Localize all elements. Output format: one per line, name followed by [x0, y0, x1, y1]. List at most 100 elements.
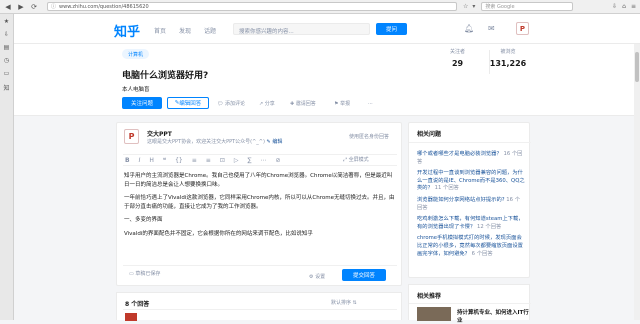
related-meta: 11 个回答	[434, 185, 459, 192]
url-text: www.zhihu.com/question/48615620	[59, 3, 149, 10]
reload-icon[interactable]: ⟳	[29, 2, 39, 12]
paragraph: 一年前恰巧遇上了Vivaldi这款浏览器，它同样采用Chrome内核，所以可以从…	[124, 195, 395, 210]
heading-icon[interactable]: H	[149, 157, 154, 164]
address-bar[interactable]: ⓘ www.zhihu.com/question/48615620	[47, 2, 457, 11]
author-avatar[interactable]: P	[124, 129, 139, 144]
followers-stat: 关注者 29	[450, 48, 465, 68]
sidebar-history-icon[interactable]: ◷	[4, 57, 9, 64]
ordered-list-icon[interactable]: ≡	[192, 157, 197, 164]
dropdown-icon[interactable]: ▾	[472, 3, 475, 10]
zhihu-logo[interactable]: 知乎	[114, 21, 140, 40]
notification-bell-icon[interactable]: 🔔︎	[464, 24, 474, 33]
edit-bio-link[interactable]: ✎ 编辑	[267, 139, 283, 145]
recommendations: 相关推荐 持计算机专业、如何进入IT行业	[408, 284, 531, 324]
clear-format-icon[interactable]: ⊘	[276, 157, 281, 164]
related-item[interactable]: 吃鸡刺激怎么下载，有何知道steam上下载，有的浏览器出现了卡慢？ 12 个回答	[417, 216, 525, 231]
search-input[interactable]: 搜索你感兴趣的内容...	[233, 23, 370, 35]
menu-icon[interactable]: ≡	[631, 3, 636, 10]
sidebar-notes-icon[interactable]: ▤	[4, 44, 10, 51]
browser-sidebar: ★ ⇩ ▤ ◷ ▭ 知	[0, 14, 14, 320]
paragraph: Vivaldi的界面配色并不固定，它会根据你所在的网站来调节配色，比如说知乎	[124, 230, 313, 237]
paragraph: 一、多变的界面	[124, 217, 163, 223]
anonymous-toggle[interactable]: 使用匿名身份回答	[349, 133, 389, 140]
question-title: 电脑什么浏览器好用?	[122, 71, 209, 81]
edit-bio-label: 编辑	[272, 139, 283, 145]
forward-icon[interactable]: ▶	[16, 2, 26, 12]
sort-dropdown[interactable]: 默认排序 ⇅	[331, 299, 357, 306]
follow-question-button[interactable]: 关注问题	[122, 97, 162, 109]
divider	[123, 309, 397, 310]
paragraph: 知乎用户的主流浏览器是Chrome。我自己也使用了八年的Chrome浏览器。Ch…	[124, 173, 393, 188]
ask-button[interactable]: 提问	[376, 23, 407, 35]
back-icon[interactable]: ◀	[3, 2, 13, 12]
unordered-list-icon[interactable]: ≡	[206, 157, 211, 164]
editor-content[interactable]: 知乎用户的主流浏览器是Chrome。我自己也使用了八年的Chrome浏览器。Ch…	[124, 172, 396, 243]
question-header: 计算机 电脑什么浏览器好用? 本人电脑盲 关注问题 ✎ 编辑回答 💬︎ 添加评论…	[14, 44, 640, 116]
fullscreen-label: 全屏模式	[348, 157, 369, 163]
browser-search-placeholder: 搜索 Google	[485, 4, 515, 10]
related-question: 哪个或者哪些才是电脑必装浏览器？	[417, 151, 502, 157]
related-question: 吃鸡刺激怎么下载，有何知道steam上下载，有的浏览器出现了卡慢？	[417, 216, 524, 230]
answers-list: 8 个回答 默认排序 ⇅	[116, 292, 402, 321]
related-item[interactable]: 浏览器能如何分享网络站点好提示的? 16 个回答	[417, 197, 525, 212]
author-name[interactable]: 交大PPT	[147, 129, 172, 138]
recommend-item[interactable]: 持计算机专业、如何进入IT行业	[457, 308, 529, 324]
sidebar-zhihu-icon[interactable]: 知	[3, 83, 9, 92]
sidebar-bookmarks-icon[interactable]: ★	[4, 18, 9, 25]
divider	[409, 303, 531, 304]
submit-answer-button[interactable]: 提交回答	[342, 269, 386, 281]
site-header: 知乎 首页 发现 话题 搜索你感兴趣的内容... 提问 🔔︎ ✉ P	[14, 14, 640, 44]
related-item[interactable]: chrome手机模拟模式打的时候，发现页面会比正常的小很多，竟然每次都要缩放页面…	[417, 235, 525, 258]
fullscreen-toggle[interactable]: ⤢ 全屏模式	[343, 156, 369, 163]
scrollbar-thumb[interactable]	[635, 52, 639, 82]
more-tools-icon[interactable]: ⋯	[261, 157, 267, 164]
related-item[interactable]: 开发过程中一直谈到浏览器兼容的问题，为什么一直说的是IE、Chrome而不是36…	[417, 170, 525, 193]
home-icon[interactable]: ⌂	[622, 3, 626, 10]
edit-answer-button[interactable]: ✎ 编辑回答	[167, 97, 209, 109]
download-icon[interactable]: ⇩	[612, 3, 617, 10]
nav-topics[interactable]: 话题	[204, 26, 216, 35]
code-icon[interactable]: {}	[175, 157, 183, 164]
share-action[interactable]: ↗ 分享	[259, 100, 275, 107]
views-count: 131,226	[489, 59, 527, 68]
related-questions: 相关问题 哪个或者哪些才是电脑必装浏览器？ 16 个回答 开发过程中一直谈到浏览…	[408, 122, 531, 278]
video-icon[interactable]: ▷	[234, 157, 239, 164]
sidebar-downloads-icon[interactable]: ⇩	[4, 31, 9, 38]
related-question: 开发过程中一直谈到浏览器兼容的问题，为什么一直说的是IE、Chrome而不是36…	[417, 170, 525, 192]
formula-icon[interactable]: ∑	[247, 157, 251, 164]
views-stat: 被浏览 131,226	[488, 48, 528, 68]
image-icon[interactable]: ⊡	[220, 157, 225, 164]
related-title: 相关问题	[417, 131, 442, 138]
divider	[409, 142, 531, 143]
messages-icon[interactable]: ✉	[488, 24, 495, 33]
quote-icon[interactable]: ❝	[163, 157, 166, 164]
author-bio-text: 这眼是交大PPT协会，欢迎关注交大PPT公众号(^_^)	[147, 139, 265, 145]
editor-footer: ▭ 草稿已保存 ⚙ 设置 提交回答	[123, 265, 397, 283]
invite-action[interactable]: ✚ 邀请回答	[290, 100, 316, 107]
report-label: 举报	[340, 101, 351, 107]
nav-home[interactable]: 首页	[154, 26, 166, 35]
recommend-thumbnail[interactable]	[417, 307, 451, 321]
add-comment-label: 添加评论	[224, 101, 245, 107]
related-question: 浏览器能如何分享网络站点好提示的?	[417, 196, 505, 203]
views-label: 被浏览	[500, 49, 516, 55]
question-detail: 本人电脑盲	[122, 87, 150, 93]
settings-link[interactable]: ⚙ 设置	[309, 273, 325, 280]
related-question: chrome手机模拟模式打的时候，发现页面会比正常的小很多，竟然每次都要缩放页面…	[417, 235, 523, 257]
sidebar-window-icon[interactable]: ▭	[4, 70, 10, 77]
search-placeholder: 搜索你感兴趣的内容...	[239, 29, 294, 35]
page-info-icon[interactable]: ⓘ	[51, 3, 56, 10]
add-comment-action[interactable]: 💬︎ 添加评论	[217, 100, 245, 107]
italic-icon[interactable]: I	[139, 157, 141, 164]
topic-tag[interactable]: 计算机	[122, 49, 150, 59]
draft-status: ▭ 草稿已保存	[129, 271, 161, 277]
report-action[interactable]: ⚑ 举报	[334, 100, 350, 107]
browser-search-input[interactable]: 搜索 Google	[481, 2, 574, 11]
more-action[interactable]: ...	[368, 100, 373, 106]
bold-icon[interactable]: B	[125, 157, 130, 164]
user-avatar[interactable]: P	[516, 22, 529, 35]
nav-explore[interactable]: 发现	[179, 26, 191, 35]
related-item[interactable]: 哪个或者哪些才是电脑必装浏览器？ 16 个回答	[417, 151, 525, 166]
scrollbar[interactable]	[634, 44, 640, 320]
bookmark-star-icon[interactable]: ☆	[463, 3, 468, 10]
